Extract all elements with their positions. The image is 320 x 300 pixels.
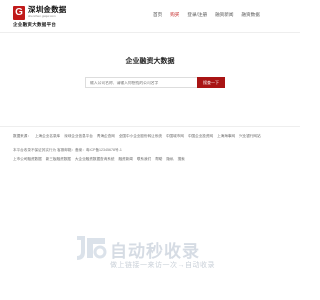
footer-link[interactable]: 帮助 [155,157,162,161]
footer-link[interactable]: 上市公司融资数据 [13,157,42,161]
logo-title: 深圳金数据 [28,5,67,14]
watermark-logo-icon [76,236,107,260]
footer-link-label: 数据来源： [13,134,31,138]
logo-text: 深圳金数据 shenzhen.gssjw.com [28,5,67,19]
footer-link[interactable]: 深圳企业信息平台 [64,134,93,138]
main-nav: 首页 购买 登录/注册 融资新闻 融资数据 [153,12,260,18]
footer-link[interactable]: 上海海事网 [217,134,235,138]
nav-item-login[interactable]: 登录/注册 [187,12,207,18]
watermark-title: 自动秒收录 [110,242,200,261]
nav-item-news[interactable]: 融资新闻 [215,12,233,18]
footer-link[interactable]: 全国中小企业股份转让系统 [119,134,162,138]
search-input[interactable] [85,77,197,88]
search-bar: 搜查一下 [85,77,225,88]
site-footer: 数据来源： 上海企业名录库 深圳企业信息平台 青海企查网 全国中小企业股份转让系… [0,126,300,182]
nav-item-data[interactable]: 融资数据 [241,12,259,18]
hero-title: 企业融资大数据 [125,58,175,65]
footer-link[interactable]: 上海企业名录库 [35,134,60,138]
site-logo[interactable]: G 深圳金数据 shenzhen.gssjw.com [13,6,67,20]
copyright-text: 本平台收录不保证其实行为 客服邮箱：备案：粤ICP备12345678号-1 [13,148,122,152]
footer-link[interactable]: 隐私 [166,157,173,161]
footer-link[interactable]: 新三板融资数据 [46,157,71,161]
footer-link[interactable]: 中国企业投资网 [188,134,213,138]
watermark-subtitle: 做上链接一来访一次→自动收录 [110,262,215,269]
nav-item-home[interactable]: 首页 [153,12,162,18]
footer-link[interactable]: 联系我们 [137,157,151,161]
logo-icon: G [13,6,25,20]
nav-item-buy[interactable]: 购买 [170,12,179,18]
logo-subtitle: shenzhen.gssjw.com [28,14,56,18]
footer-link[interactable]: 中国城市网 [166,134,184,138]
watermark: 自动秒收录 做上链接一来访一次→自动收录 [73,234,233,276]
site-header: G 深圳金数据 shenzhen.gssjw.com 企业融资大数据平台 首页 … [0,0,300,33]
footer-links: 数据来源： 上海企业名录库 深圳企业信息平台 青海企查网 全国中小企业股份转让系… [13,133,293,140]
search-button[interactable]: 搜查一下 [197,77,225,88]
footer-link[interactable]: 大企业融资数据查询系统 [75,157,115,161]
footer-link[interactable]: 融资新闻 [118,157,132,161]
footer-link[interactable]: 青海企查网 [97,134,115,138]
footer-link[interactable]: 搜索 [178,157,185,161]
footer-link[interactable]: 兴业银行网站 [239,134,261,138]
logo-tagline: 企业融资大数据平台 [13,22,57,27]
footer-links-secondary: 上市公司融资数据 新三板融资数据 大企业融资数据查询系统 融资新闻 联系我们 帮… [13,156,293,162]
